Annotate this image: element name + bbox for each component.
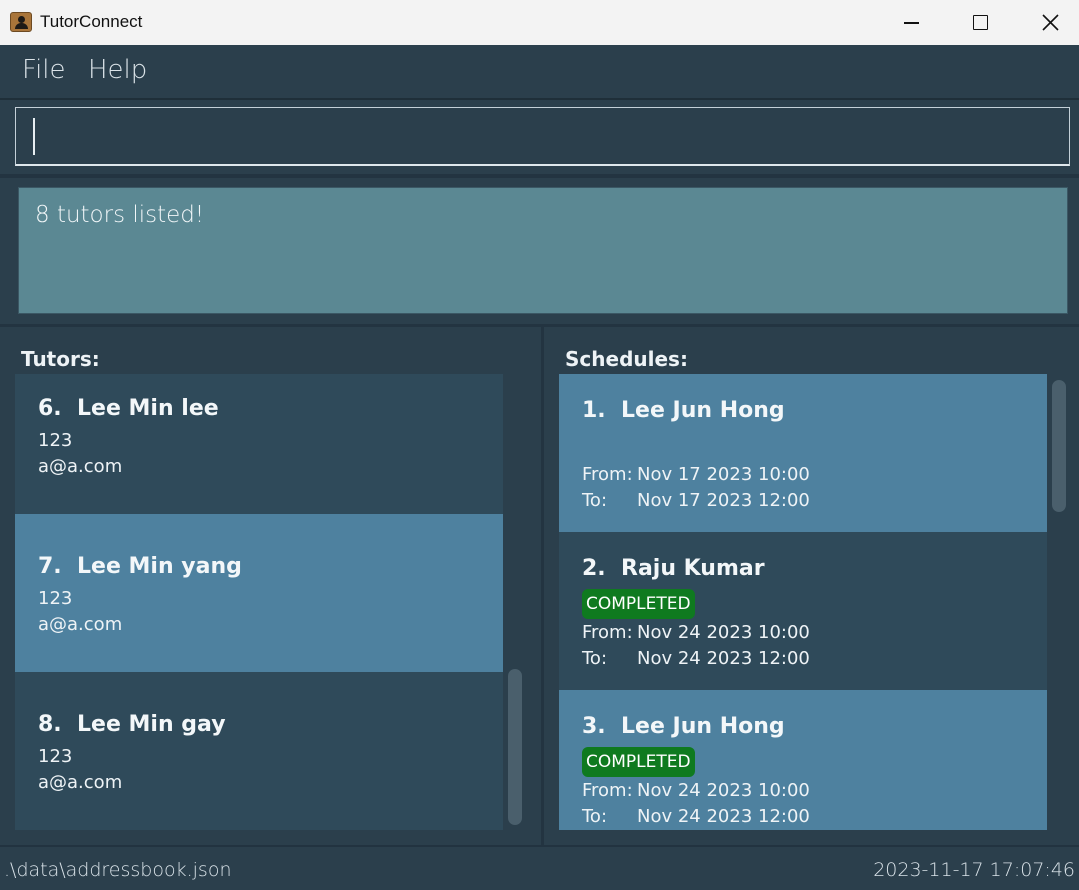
schedule-card[interactable]: 3. Lee Jun Hong COMPLETED From: Nov 24 20… [559,690,1047,830]
result-display: 8 tutors listed! [0,178,1079,324]
schedules-heading: Schedules: [565,347,688,371]
tutors-heading: Tutors: [21,347,100,371]
tutor-email: a@a.com [38,456,123,477]
tutor-email: a@a.com [38,614,123,635]
schedule-name: 2. Raju Kumar [582,556,765,581]
command-box [0,100,1079,174]
tutor-list-scrollbar[interactable] [508,669,522,825]
minimize-icon[interactable] [876,0,946,45]
tutor-card[interactable]: 7. Lee Min yang 123 a@a.com [15,514,503,672]
close-icon[interactable] [1015,0,1079,45]
tutor-card[interactable]: 8. Lee Min gay 123 a@a.com [15,672,503,830]
tutor-phone: 123 [38,430,73,451]
last-updated-timestamp: 2023-11-17 17:07:46 [873,859,1075,881]
schedule-from: From: Nov 24 2023 10:00 [582,622,810,643]
tutor-phone: 123 [38,746,73,767]
tutor-card[interactable]: 6. Lee Min lee 123 a@a.com [15,374,503,532]
status-bar: .\data\addressbook.json 2023-11-17 17:07… [0,845,1079,890]
status-badge: COMPLETED [582,747,695,777]
menu-help[interactable]: Help [88,55,147,85]
schedule-to: To: Nov 24 2023 12:00 [582,806,810,827]
result-message: 8 tutors listed! [35,202,205,228]
data-file-path: .\data\addressbook.json [4,859,232,881]
schedule-name: 1. Lee Jun Hong [582,398,785,423]
status-badge: COMPLETED [582,589,695,619]
result-box: 8 tutors listed! [18,187,1068,314]
schedule-list-scrollbar[interactable] [1052,380,1066,512]
menu-file[interactable]: File [22,55,66,85]
schedule-name: 3. Lee Jun Hong [582,714,785,739]
schedule-card[interactable]: 2. Raju Kumar COMPLETED From: Nov 24 2023… [559,532,1047,690]
tutor-name: 6. Lee Min lee [38,396,219,421]
schedule-card[interactable]: 1. Lee Jun Hong From: Nov 17 2023 10:00 T… [559,374,1047,532]
tutors-panel: Tutors: 6. Lee Min lee 123 a@a.com 7. Le… [0,327,541,845]
tutor-phone: 123 [38,588,73,609]
window-title: TutorConnect [40,12,143,31]
tutor-name: 7. Lee Min yang [38,554,242,579]
schedule-to: To: Nov 24 2023 12:00 [582,648,810,669]
schedule-from: From: Nov 24 2023 10:00 [582,780,810,801]
command-input[interactable] [15,107,1070,166]
title-bar: TutorConnect [0,0,1079,45]
maximize-icon[interactable] [945,0,1015,45]
tutor-name: 8. Lee Min gay [38,712,226,737]
schedule-from: From: Nov 17 2023 10:00 [582,464,810,485]
contact-book-icon [10,12,32,32]
text-caret [33,118,35,155]
tutor-email: a@a.com [38,772,123,793]
menu-bar: File Help [0,45,1079,99]
schedules-panel: Schedules: 1. Lee Jun Hong From: Nov 17 2… [544,327,1079,845]
tutor-list[interactable]: 6. Lee Min lee 123 a@a.com 7. Lee Min ya… [15,374,503,830]
schedule-list[interactable]: 1. Lee Jun Hong From: Nov 17 2023 10:00 T… [559,374,1047,830]
schedule-to: To: Nov 17 2023 12:00 [582,490,810,511]
